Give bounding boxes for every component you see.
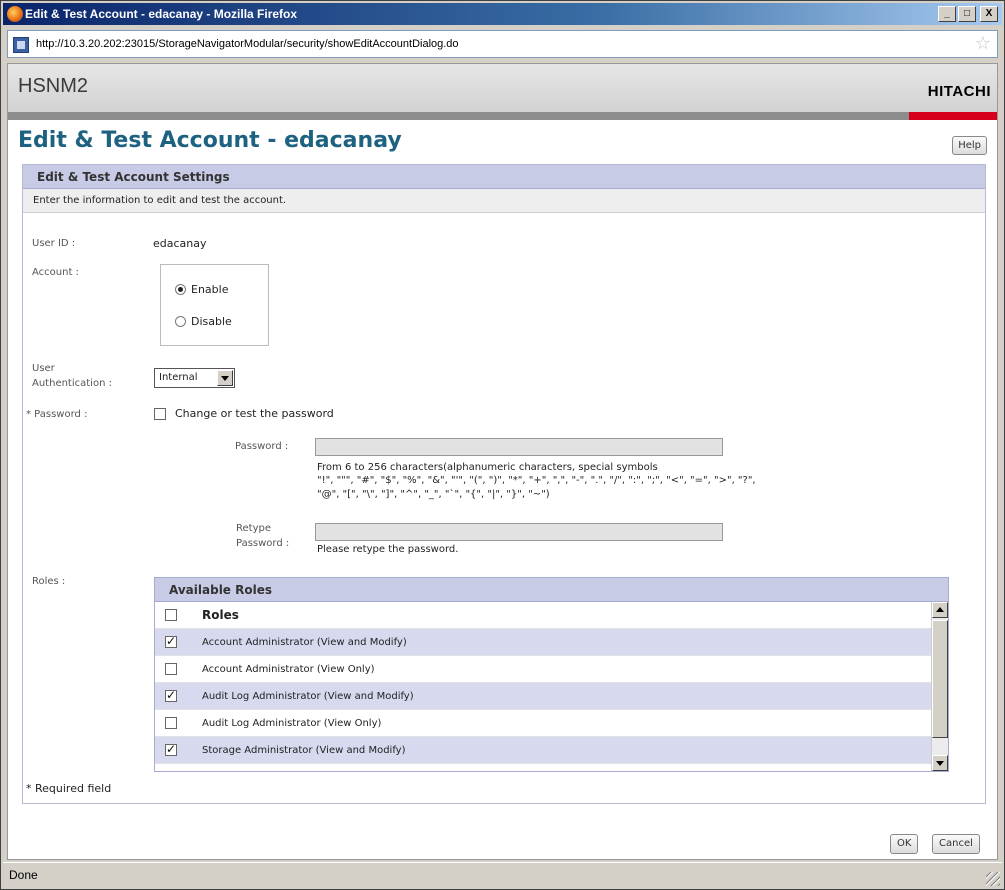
password-label: Password : (235, 441, 289, 452)
user-id-label: User ID : (32, 238, 76, 249)
auth-label-line2: Authentication : (32, 378, 112, 389)
table-row[interactable]: Account Administrator (View and Modify) (155, 629, 931, 656)
roles-header-row: Roles (155, 602, 931, 629)
close-button[interactable]: X (980, 6, 998, 22)
window-titlebar[interactable]: Edit & Test Account - edacanay - Mozilla… (3, 3, 1002, 25)
table-row[interactable]: Account Administrator (View Only) (155, 656, 931, 683)
table-row[interactable]: Audit Log Administrator (View and Modify… (155, 683, 931, 710)
role-label: Audit Log Administrator (View and Modify… (202, 691, 414, 702)
account-radio-group: Enable Disable (160, 264, 269, 346)
minimize-button[interactable]: _ (938, 6, 956, 22)
status-text: Done (9, 868, 38, 882)
radio-button[interactable] (175, 316, 186, 327)
role-checkbox[interactable] (165, 742, 177, 756)
page-title: Edit & Test Account - edacanay (18, 128, 402, 153)
password-section-label: * Password : (26, 409, 88, 420)
resize-grip-icon[interactable] (986, 872, 1000, 886)
radio-button[interactable] (175, 284, 186, 295)
hitachi-logo: HITACHI (927, 83, 991, 100)
browser-window: Edit & Test Account - edacanay - Mozilla… (0, 0, 1005, 890)
address-bar[interactable]: http://10.3.20.202:23015/StorageNavigato… (7, 30, 998, 58)
bookmark-star-icon[interactable]: ☆ (975, 34, 991, 54)
password-input[interactable] (315, 438, 723, 456)
user-id-value: edacanay (153, 237, 207, 250)
roles-list: Roles Account Administrator (View and Mo… (155, 602, 931, 771)
firefox-icon (7, 6, 23, 22)
status-bar: Done (3, 862, 1002, 888)
retype-password-input[interactable] (315, 523, 723, 541)
site-icon (13, 37, 29, 53)
header-divider (8, 112, 909, 120)
brand-name: HSNM2 (18, 75, 89, 97)
enable-radio[interactable]: Enable (175, 283, 228, 296)
roles-scrollbar[interactable] (931, 602, 948, 771)
required-note: * Required field (26, 782, 112, 795)
role-checkbox[interactable] (165, 688, 177, 702)
role-label: Storage Administrator (View and Modify) (202, 745, 406, 756)
panel-description: Enter the information to edit and test t… (23, 189, 985, 213)
role-checkbox[interactable] (165, 663, 177, 675)
password-hint-line2: "!", """, "#", "$", "%", "&", "'", "(", … (317, 475, 756, 486)
url-text[interactable]: http://10.3.20.202:23015/StorageNavigato… (36, 31, 459, 58)
roles-table: Available Roles Roles Account Administra… (154, 577, 949, 772)
maximize-button[interactable]: □ (958, 6, 976, 22)
password-hint-line1: From 6 to 256 characters(alphanumeric ch… (317, 462, 658, 473)
role-label: Account Administrator (View Only) (202, 664, 375, 675)
panel-heading: Edit & Test Account Settings (23, 165, 985, 189)
roles-column-header: Roles (202, 608, 239, 622)
retype-label-line2: Password : (236, 538, 290, 549)
retype-hint: Please retype the password. (317, 544, 459, 555)
app-header: HSNM2 HITACHI (8, 64, 997, 112)
table-row[interactable]: Audit Log Administrator (View Only) (155, 710, 931, 737)
retype-label-line1: Retype (236, 523, 271, 534)
change-password-checkbox[interactable] (154, 408, 166, 420)
role-checkbox[interactable] (165, 717, 177, 729)
disable-label: Disable (191, 315, 232, 328)
scroll-up-icon[interactable] (932, 602, 948, 618)
change-password-label: Change or test the password (175, 407, 334, 420)
authentication-value: Internal (159, 372, 198, 383)
table-row[interactable]: Storage Administrator (View and Modify) (155, 737, 931, 764)
roles-table-heading: Available Roles (155, 578, 948, 602)
authentication-select[interactable]: Internal (154, 368, 235, 388)
auth-label-line1: User (32, 363, 55, 374)
select-all-checkbox[interactable] (165, 609, 177, 621)
role-checkbox[interactable] (165, 634, 177, 648)
scroll-thumb[interactable] (932, 620, 948, 738)
chevron-down-icon[interactable] (217, 370, 233, 386)
role-label: Account Administrator (View and Modify) (202, 637, 407, 648)
page-viewport: HSNM2 HITACHI Edit & Test Account - edac… (7, 63, 998, 860)
help-button[interactable]: Help (952, 136, 987, 155)
window-title: Edit & Test Account - edacanay - Mozilla… (25, 7, 298, 21)
enable-label: Enable (191, 283, 229, 296)
account-label: Account : (32, 267, 79, 278)
scroll-down-icon[interactable] (932, 755, 948, 771)
password-hint-line3: "@", "[", "\", "]", "^", "_", "`", "{", … (317, 489, 550, 500)
cancel-button[interactable]: Cancel (932, 834, 980, 854)
role-label: Audit Log Administrator (View Only) (202, 718, 382, 729)
roles-label: Roles : (32, 576, 66, 587)
ok-button[interactable]: OK (890, 834, 919, 854)
disable-radio[interactable]: Disable (175, 315, 232, 328)
logo-accent-bar (909, 112, 997, 120)
